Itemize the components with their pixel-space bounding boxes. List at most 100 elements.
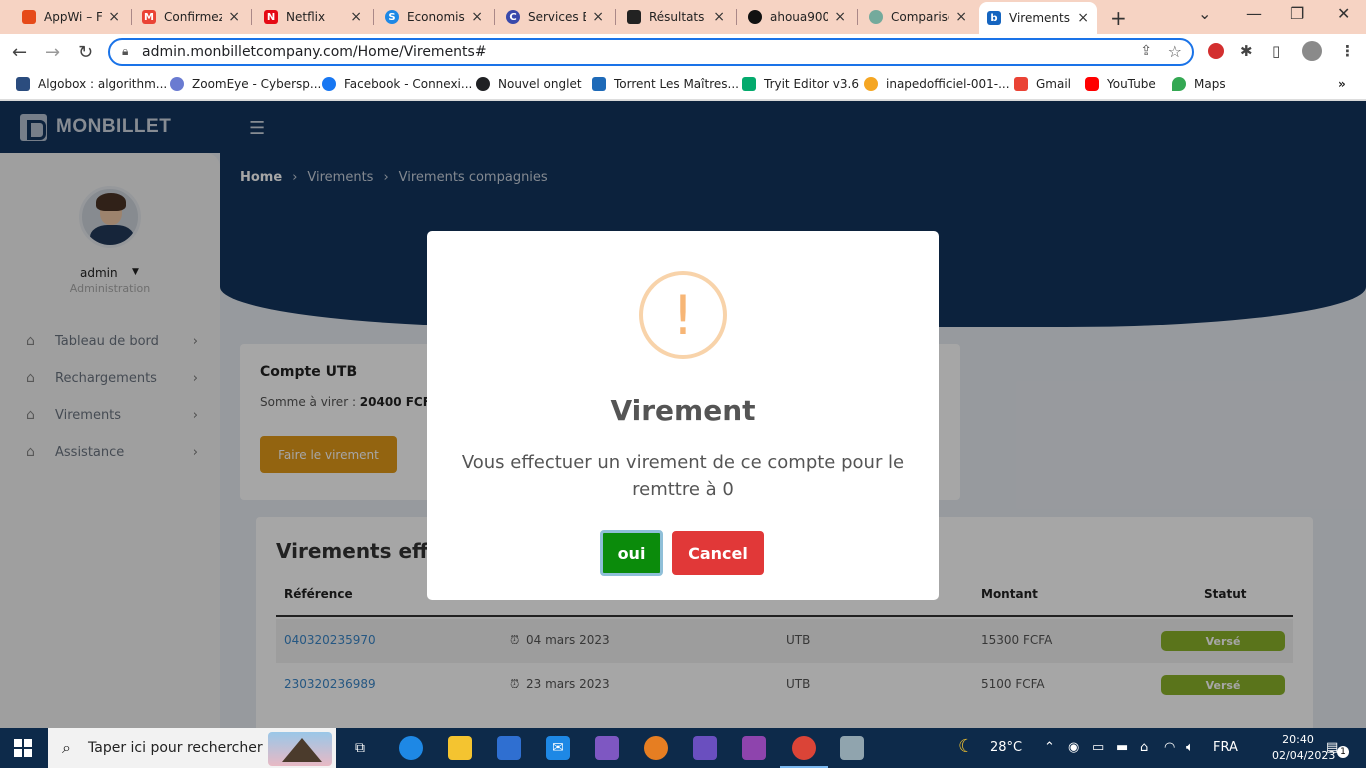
visual-studio-icon[interactable] xyxy=(693,736,717,760)
netflix-icon: N xyxy=(264,10,278,24)
monbillet-favicon-icon: b xyxy=(987,11,1001,25)
network-icon[interactable]: ⌂ xyxy=(1140,740,1148,755)
language-indicator[interactable]: FRA xyxy=(1213,740,1238,755)
browser-tab[interactable]: Compariso × xyxy=(861,4,975,30)
chrome-icon[interactable] xyxy=(780,736,828,768)
volume-icon[interactable]: 🔈︎ xyxy=(1186,740,1194,755)
bookmarks-bar: Algobox : algorithm... ZoomEye - Cybersp… xyxy=(0,70,1366,100)
profile-avatar-icon[interactable] xyxy=(1302,41,1322,61)
browser-tab[interactable]: Résultats d × xyxy=(619,4,733,30)
file-explorer-icon[interactable] xyxy=(448,736,472,760)
confirm-transfer-dialog: ! Virement Vous effectuer un virement de… xyxy=(427,231,939,600)
chevron-up-icon[interactable]: ⌃ xyxy=(1044,740,1055,755)
app-icon[interactable] xyxy=(840,736,864,760)
moon-weather-icon[interactable]: ☾ xyxy=(958,736,974,757)
windows-taskbar: ⌕ Taper ici pour rechercher ⧉ ✉ ☾ 28°C ⌃… xyxy=(0,728,1366,768)
bookmark-item[interactable]: Torrent Les Maîtres... xyxy=(592,77,739,91)
close-tab-icon[interactable]: × xyxy=(592,9,604,25)
close-tab-icon[interactable]: × xyxy=(228,9,240,25)
address-toolbar: ← → ↻ 🔒︎ admin.monbilletcompany.com/Home… xyxy=(0,34,1366,70)
lock-icon[interactable]: 🔒︎ xyxy=(122,44,128,59)
w3schools-icon xyxy=(742,77,756,91)
search-icon: ⌕ xyxy=(62,738,71,757)
share-icon[interactable]: ⇪ xyxy=(1140,43,1152,59)
bookmark-item[interactable]: Maps xyxy=(1172,77,1226,91)
cancel-button[interactable]: Cancel xyxy=(672,531,764,575)
taskbar-search-input[interactable]: ⌕ Taper ici pour rechercher xyxy=(48,728,336,768)
edge-icon[interactable] xyxy=(399,736,423,760)
bookmark-item[interactable]: Nouvel onglet xyxy=(476,77,582,91)
restore-icon[interactable]: ❐ xyxy=(1290,4,1304,23)
reload-icon[interactable]: ↻ xyxy=(78,42,93,63)
bookmark-item[interactable]: Tryit Editor v3.6 xyxy=(742,77,859,91)
record-icon[interactable]: ◉ xyxy=(1068,740,1079,755)
weather-temperature[interactable]: 28°C xyxy=(990,740,1022,755)
browser-tab[interactable]: AppWi – F × xyxy=(14,4,128,30)
close-tab-icon[interactable]: × xyxy=(713,9,725,25)
close-window-icon[interactable]: ✕ xyxy=(1337,4,1350,23)
windows-start-icon[interactable] xyxy=(14,739,32,757)
browser-tab[interactable]: C Services El × xyxy=(498,4,612,30)
store-icon[interactable] xyxy=(497,736,521,760)
browser-menu-icon[interactable]: ⋮ xyxy=(1340,42,1355,60)
facebook-icon xyxy=(322,77,336,91)
mail-icon[interactable]: ✉ xyxy=(546,736,570,760)
close-tab-icon[interactable]: × xyxy=(1077,10,1089,26)
browser-tab[interactable]: M Confirmez × xyxy=(134,4,248,30)
minimize-icon[interactable]: — xyxy=(1246,4,1262,23)
visual-studio-icon[interactable] xyxy=(595,736,619,760)
new-tab-icon[interactable]: + xyxy=(1110,6,1127,30)
bookmark-item[interactable]: inapedofficiel-001-... xyxy=(864,77,1010,91)
battery-icon[interactable]: ▬ xyxy=(1116,740,1128,755)
bookmark-item[interactable]: Gmail xyxy=(1014,77,1071,91)
gmail-icon: M xyxy=(142,10,156,24)
close-tab-icon[interactable]: × xyxy=(834,9,846,25)
forward-icon[interactable]: → xyxy=(45,42,60,63)
back-icon[interactable]: ← xyxy=(12,42,27,63)
task-view-icon[interactable]: ⧉ xyxy=(348,736,372,760)
warning-icon: ! xyxy=(639,271,727,359)
search-highlight-image xyxy=(268,732,332,766)
chatgpt-icon xyxy=(869,10,883,24)
close-tab-icon[interactable]: × xyxy=(350,9,362,25)
services-icon: C xyxy=(506,10,520,24)
bookmark-star-icon[interactable]: ☆ xyxy=(1168,42,1182,61)
results-icon xyxy=(627,10,641,24)
wifi-icon[interactable]: ◠ xyxy=(1164,740,1175,755)
extensions-puzzle-icon[interactable]: ✱ xyxy=(1240,42,1253,60)
figma-icon xyxy=(22,10,36,24)
inaped-icon xyxy=(864,77,878,91)
url-input[interactable]: 🔒︎ admin.monbilletcompany.com/Home/Virem… xyxy=(108,38,1194,66)
app-icon[interactable] xyxy=(644,736,668,760)
maps-icon xyxy=(1172,77,1186,91)
visual-studio-icon[interactable] xyxy=(742,736,766,760)
notifications-count: 1 xyxy=(1337,746,1349,758)
close-tab-icon[interactable]: × xyxy=(955,9,967,25)
bookmark-item[interactable]: ZoomEye - Cybersp... xyxy=(170,77,321,91)
browser-tab[interactable]: ahoua900 × xyxy=(740,4,854,30)
tab-search-icon[interactable]: ⌄ xyxy=(1198,4,1211,23)
algobox-icon xyxy=(16,77,30,91)
side-panel-icon[interactable]: ▯ xyxy=(1272,42,1280,60)
gmail-icon xyxy=(1014,77,1028,91)
browser-tab-active[interactable]: b Virements × xyxy=(979,2,1097,34)
bookmark-item[interactable]: Algobox : algorithm... xyxy=(16,77,167,91)
download-icon xyxy=(592,77,606,91)
device-icon[interactable]: ▭ xyxy=(1092,740,1104,755)
browser-tab[interactable]: N Netflix × xyxy=(256,4,370,30)
browser-tab[interactable]: S Economise × xyxy=(377,4,491,30)
close-tab-icon[interactable]: × xyxy=(471,9,483,25)
app-viewport: MONBILLET ☰ Home › Virements › Virements… xyxy=(0,101,1366,728)
github-icon xyxy=(748,10,762,24)
url-text: admin.monbilletcompany.com/Home/Virement… xyxy=(142,44,487,60)
zoomeye-icon xyxy=(170,77,184,91)
confirm-button[interactable]: oui xyxy=(600,530,663,576)
bookmark-item[interactable]: Facebook - Connexi... xyxy=(322,77,472,91)
more-bookmarks-icon[interactable]: » xyxy=(1338,77,1346,91)
globe-icon xyxy=(476,77,490,91)
bookmark-item[interactable]: YouTube xyxy=(1085,77,1156,91)
close-tab-icon[interactable]: × xyxy=(108,9,120,25)
extension-m-icon[interactable] xyxy=(1208,43,1224,59)
clock[interactable]: 20:40 02/04/2023 xyxy=(1272,732,1335,764)
skype-icon: S xyxy=(385,10,399,24)
